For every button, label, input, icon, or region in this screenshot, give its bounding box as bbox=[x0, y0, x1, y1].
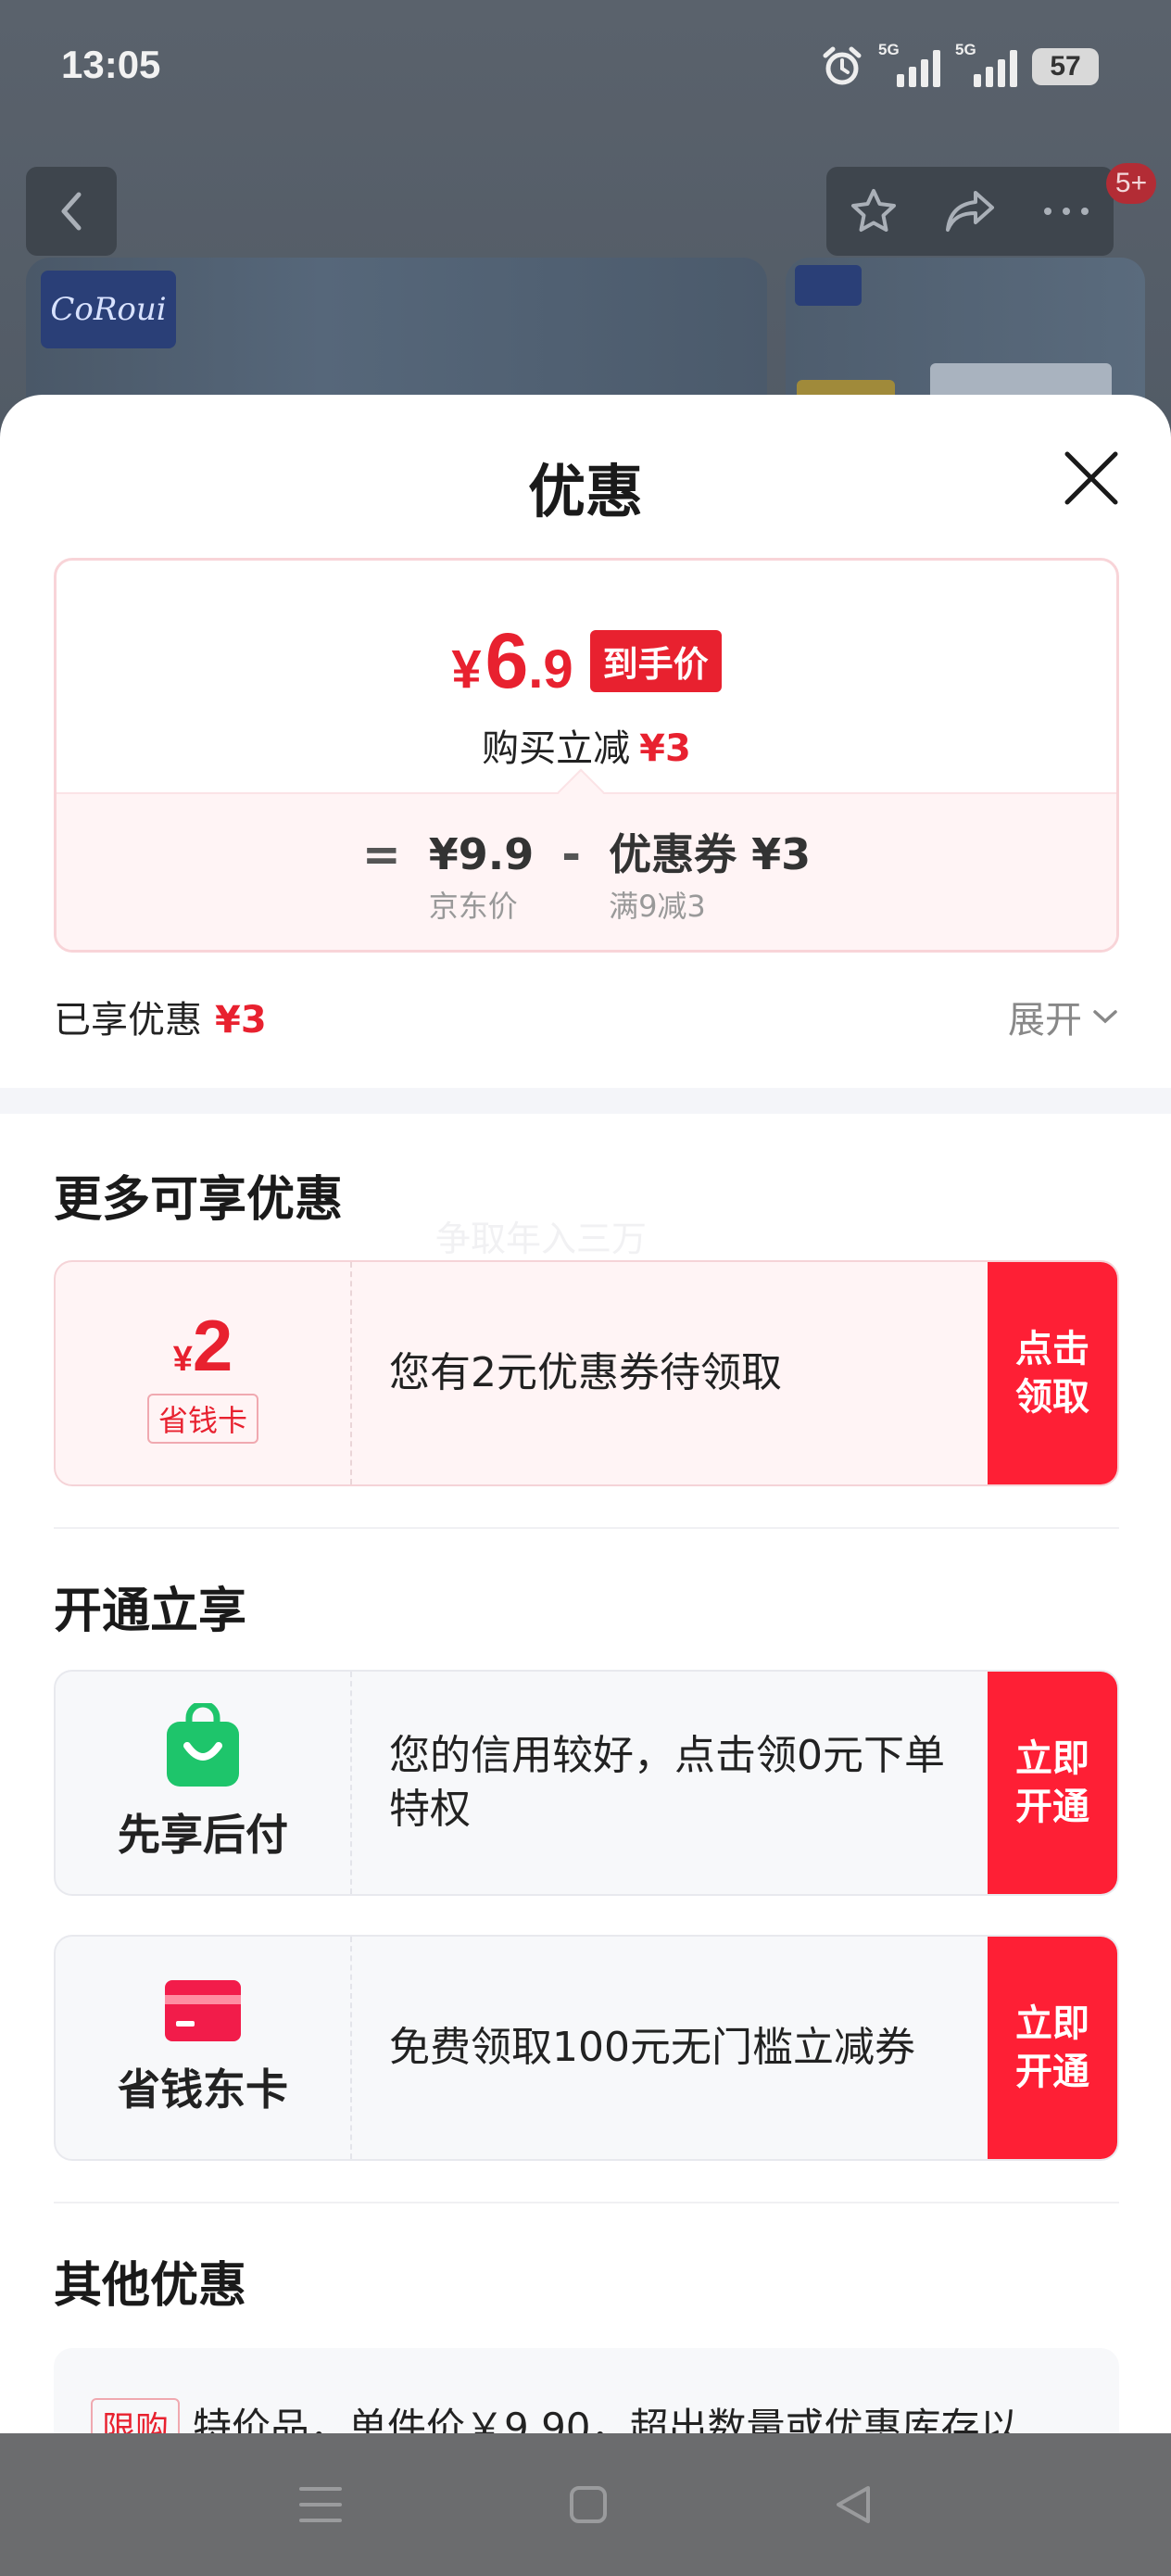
back-nav-icon[interactable] bbox=[833, 2483, 874, 2526]
chevron-down-icon bbox=[1093, 1010, 1117, 1024]
back-button[interactable] bbox=[26, 167, 117, 256]
reduce-line: 购买立减 ¥3 bbox=[57, 718, 1116, 772]
more-icon[interactable] bbox=[1040, 202, 1092, 221]
pay-later-brand: 先享后付 bbox=[56, 1672, 352, 1894]
status-time: 13:05 bbox=[61, 43, 161, 86]
jd-price-block: ¥9.9 京东价 bbox=[429, 827, 535, 926]
signal-label: 5G bbox=[878, 41, 900, 58]
price-formula-area: = ¥9.9 京东价 - 优惠券 ¥3 满9减3 bbox=[57, 792, 1116, 950]
status-icons: 5G 5G 57 bbox=[821, 41, 1099, 91]
signal-label: 5G bbox=[955, 41, 976, 58]
coupon-amount: ¥ 2 bbox=[173, 1304, 233, 1388]
saving-card-label: 省钱东卡 bbox=[118, 2065, 288, 2115]
sheet-title: 优惠 bbox=[527, 458, 643, 525]
watermark-text: 争取年入三万 bbox=[435, 1219, 648, 1259]
pay-later-text: 您的信用较好，点击领0元下单特权 bbox=[389, 1732, 945, 1833]
enjoyed-amount: ¥3 bbox=[215, 999, 267, 1042]
star-icon[interactable] bbox=[848, 185, 900, 237]
minus-sign: - bbox=[561, 827, 582, 881]
activate-saving-card-button[interactable]: 立即 开通 bbox=[988, 1937, 1117, 2159]
saving-card-text: 免费领取100元无门槛立减券 bbox=[389, 2024, 915, 2071]
other-offer-item: 限购 特价品，单件价￥9.90，超出数量或优惠库存以 bbox=[54, 2348, 1119, 2433]
price-integer: 6 bbox=[485, 617, 529, 704]
alarm-icon bbox=[823, 46, 862, 85]
final-price-tag: 到手价 bbox=[589, 630, 722, 692]
saving-card-brand: 省钱东卡 bbox=[56, 1937, 352, 2159]
other-offers-title: 其他优惠 bbox=[54, 2258, 247, 2314]
saving-card-offer: 省钱东卡 免费领取100元无门槛立减券 立即 开通 bbox=[54, 1935, 1119, 2161]
enjoyed-label: 已享优惠 bbox=[54, 999, 202, 1042]
signal-icon: 5G bbox=[878, 41, 940, 87]
back-icon bbox=[61, 192, 82, 231]
system-nav-bar bbox=[0, 2433, 1171, 2576]
pay-later-card: 先享后付 您的信用较好，点击领0元下单特权 立即 开通 bbox=[54, 1670, 1119, 1896]
enjoyed-discount: 已享优惠 ¥3 bbox=[54, 990, 267, 1043]
claim-coupon-button[interactable]: 点击 领取 bbox=[988, 1262, 1117, 1484]
activate-pay-later-button[interactable]: 立即 开通 bbox=[988, 1672, 1117, 1894]
coupon-offer-text: 您有2元优惠券待领取 bbox=[389, 1349, 782, 1396]
jd-price-label: 京东价 bbox=[428, 889, 518, 924]
price-formula: = ¥9.9 京东价 - 优惠券 ¥3 满9减3 bbox=[57, 827, 1116, 926]
more-offers-title: 更多可享优惠 bbox=[54, 1172, 344, 1228]
currency-symbol: ¥ bbox=[451, 639, 482, 700]
jd-price: ¥9.9 bbox=[428, 829, 535, 879]
section-separator bbox=[54, 1527, 1119, 1529]
final-price-area: ¥ 6 .9 到手价 购买立减 ¥3 bbox=[57, 561, 1116, 792]
coupon-offer-card: ¥ 2 省钱卡 您有2元优惠券待领取 点击 领取 bbox=[54, 1260, 1119, 1486]
coupon-number: 2 bbox=[192, 1304, 233, 1386]
price-decimal: .9 bbox=[528, 639, 573, 700]
close-icon[interactable] bbox=[1056, 443, 1127, 513]
equals-sign: = bbox=[361, 827, 401, 881]
final-price-row: ¥ 6 .9 到手价 bbox=[57, 616, 1116, 706]
coupon-block: 优惠券 ¥3 满9减3 bbox=[609, 827, 811, 926]
card-icon bbox=[165, 1980, 241, 2041]
top-actions bbox=[826, 167, 1114, 256]
reduce-label: 购买立减 bbox=[482, 727, 631, 770]
section-separator bbox=[54, 2202, 1119, 2203]
shopping-bag-icon bbox=[167, 1703, 239, 1787]
discount-sheet: 优惠 ¥ 6 .9 到手价 购买立减 ¥3 = ¥9.9 京东价 - 优惠券 ¥… bbox=[0, 395, 1171, 2433]
home-icon[interactable] bbox=[568, 2484, 609, 2525]
expand-button[interactable]: 展开 bbox=[1008, 990, 1119, 1043]
status-bar: 13:05 5G 5G 57 bbox=[0, 0, 1171, 139]
section-divider bbox=[0, 1088, 1171, 1114]
saving-card-tag: 省钱卡 bbox=[146, 1393, 258, 1444]
coupon-rule: 满9减3 bbox=[609, 889, 706, 924]
coupon-currency: ¥ bbox=[172, 1339, 193, 1379]
price-breakdown-card: ¥ 6 .9 到手价 购买立减 ¥3 = ¥9.9 京东价 - 优惠券 ¥3 满… bbox=[54, 558, 1119, 953]
share-icon[interactable] bbox=[942, 185, 998, 237]
coupon-value-block: ¥ 2 省钱卡 bbox=[56, 1262, 352, 1484]
final-price: ¥ 6 .9 bbox=[451, 616, 573, 706]
other-offer-text: 特价品，单件价￥9.90，超出数量或优惠库存以 bbox=[193, 2405, 1019, 2433]
brand-logo-small bbox=[795, 265, 862, 306]
notification-badge: 5+ bbox=[1106, 163, 1156, 204]
signal-icon: 5G bbox=[955, 41, 1017, 87]
limit-tag: 限购 bbox=[91, 2398, 181, 2433]
pay-later-label: 先享后付 bbox=[118, 1810, 288, 1860]
menu-icon[interactable] bbox=[297, 2483, 344, 2526]
reduce-amount: ¥3 bbox=[639, 727, 691, 770]
open-section-title: 开通立享 bbox=[54, 1584, 247, 1639]
brand-logo: CoRoui bbox=[41, 271, 176, 348]
coupon-value: 优惠券 ¥3 bbox=[609, 829, 812, 879]
expand-label: 展开 bbox=[1008, 999, 1082, 1042]
battery-icon: 57 bbox=[1032, 48, 1099, 85]
